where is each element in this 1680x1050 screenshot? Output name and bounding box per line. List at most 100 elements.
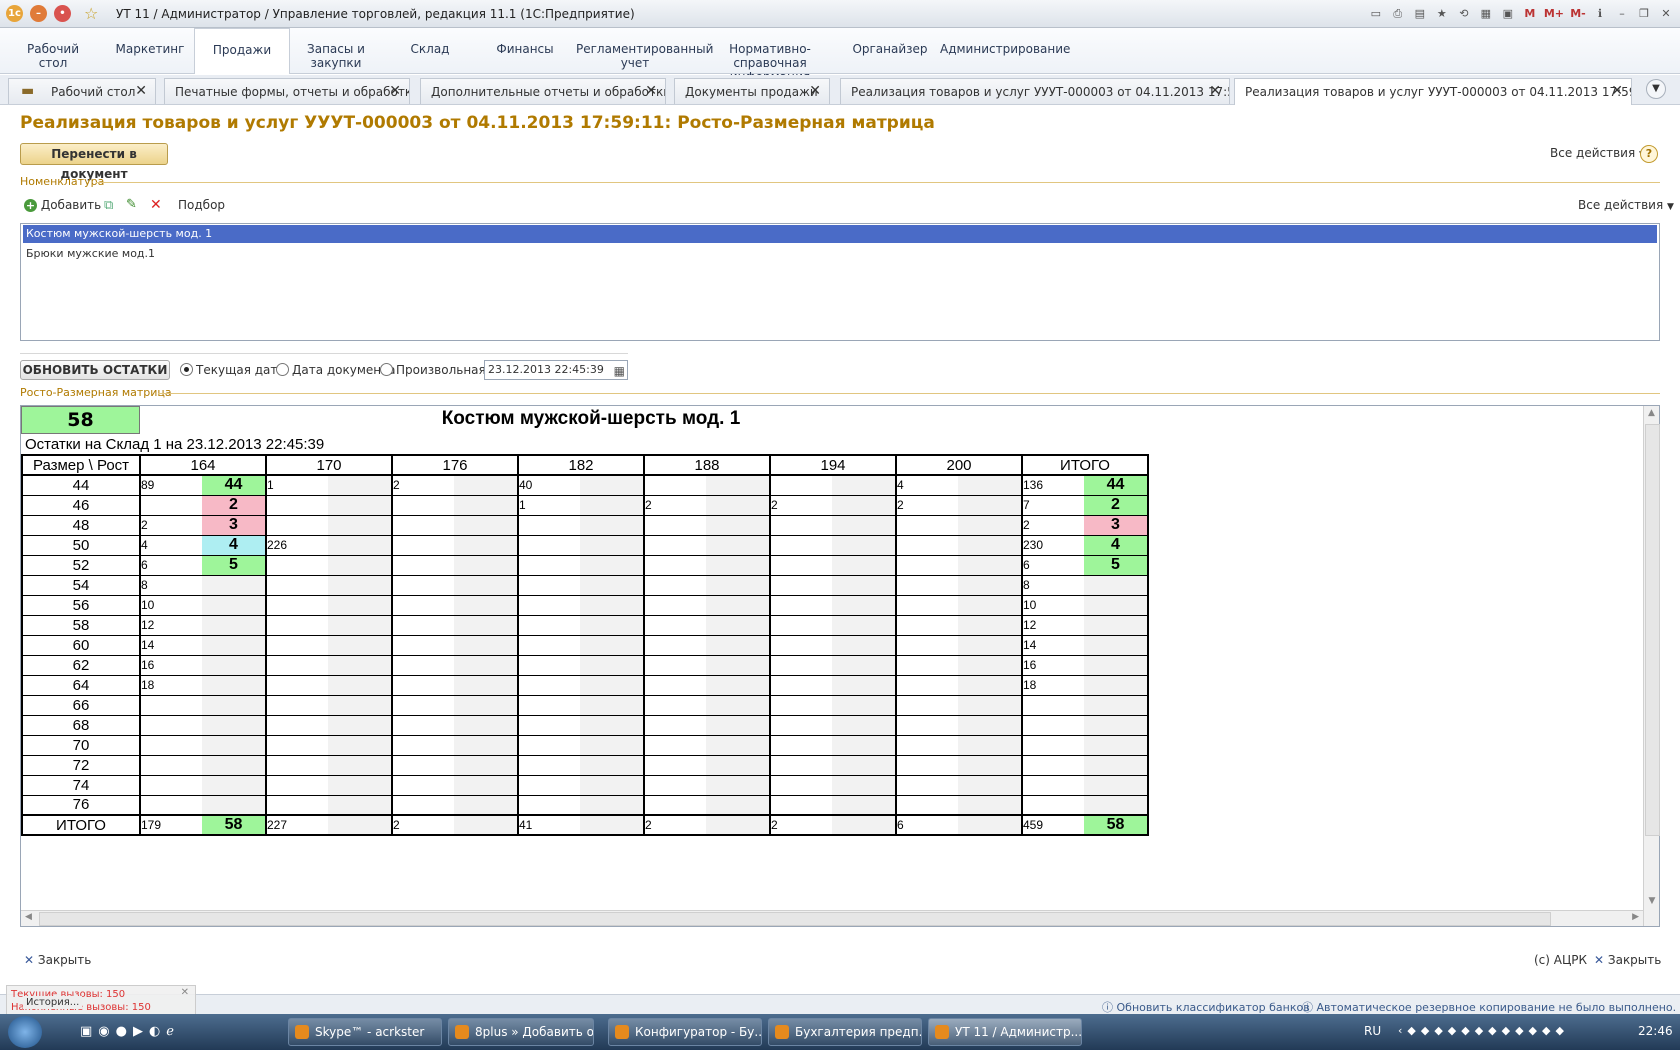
horizontal-scrollbar[interactable]: ◀ ▶ (21, 910, 1643, 926)
quantity-cell[interactable] (706, 675, 770, 696)
quantity-cell[interactable] (202, 595, 266, 616)
quantity-cell[interactable] (832, 555, 896, 576)
quantity-cell[interactable] (580, 595, 644, 616)
quantity-cell[interactable] (328, 615, 392, 636)
quantity-cell[interactable] (454, 535, 518, 556)
quantity-cell[interactable] (958, 715, 1022, 736)
quantity-cell[interactable] (958, 475, 1022, 496)
task-ut11[interactable]: УТ 11 / Администр... (928, 1018, 1082, 1046)
favorite-star-icon[interactable]: ☆ (84, 4, 98, 23)
quantity-cell[interactable]: 5 (1084, 555, 1149, 576)
quantity-cell[interactable] (328, 555, 392, 576)
quantity-cell[interactable] (454, 595, 518, 616)
radio-current-date[interactable]: Текущая дата (180, 363, 285, 377)
quantity-cell[interactable] (832, 635, 896, 656)
preview-icon[interactable]: ▤ (1412, 6, 1428, 22)
quantity-cell[interactable] (1084, 615, 1149, 636)
quantity-cell[interactable] (958, 495, 1022, 516)
quantity-cell[interactable] (580, 475, 644, 496)
quantity-cell[interactable] (832, 575, 896, 596)
quantity-cell[interactable] (706, 795, 770, 816)
quantity-cell[interactable] (832, 675, 896, 696)
scroll-right-icon[interactable]: ▶ (1632, 912, 1639, 922)
quantity-cell[interactable]: 58 (202, 814, 266, 836)
menu-stock-purchases[interactable]: Запасы и закупки (300, 42, 372, 70)
date-field[interactable]: 23.12.2013 22:45:39 ▦ (484, 360, 628, 380)
quantity-cell[interactable] (958, 635, 1022, 656)
language-indicator[interactable]: RU (1364, 1024, 1381, 1038)
quantity-cell[interactable] (202, 615, 266, 636)
memory-minus-button[interactable]: M- (1570, 6, 1586, 22)
refresh-stock-button[interactable]: ОБНОВИТЬ ОСТАТКИ (20, 360, 170, 380)
quantity-cell[interactable] (1084, 635, 1149, 656)
quantity-cell[interactable] (706, 615, 770, 636)
quantity-cell[interactable] (706, 715, 770, 736)
scroll-thumb[interactable] (1645, 424, 1660, 836)
app-logo-icon[interactable]: 1c (6, 5, 23, 22)
window-close-icon[interactable]: ✕ (1658, 6, 1674, 22)
close-icon[interactable]: ✕ (645, 83, 657, 99)
radio-document-date[interactable]: Дата документа (276, 363, 396, 377)
memory-plus-button[interactable]: M+ (1544, 6, 1564, 22)
tab-size-matrix[interactable]: Реализация товаров и услуг УУУТ-000003 о… (1234, 78, 1632, 105)
quantity-cell[interactable] (958, 535, 1022, 556)
quantity-cell[interactable] (1084, 715, 1149, 736)
size-matrix-area[interactable]: 58 Костюм мужской-шерсть мод. 1 Остатки … (20, 405, 1660, 927)
backup-warning-link[interactable]: ⓘ Автоматическое резервное копирование н… (1302, 999, 1676, 1015)
tab-sales-documents[interactable]: Документы продажи ✕ (674, 78, 830, 104)
calculator-icon[interactable]: ▦ (1478, 6, 1494, 22)
quantity-cell[interactable] (706, 535, 770, 556)
quantity-cell[interactable]: 2 (202, 495, 266, 516)
quantity-cell[interactable] (832, 795, 896, 816)
scroll-down-icon[interactable]: ▼ (1644, 896, 1660, 906)
quantity-cell[interactable] (1084, 595, 1149, 616)
task-configurator[interactable]: Конфигуратор - Бу... (608, 1018, 762, 1046)
quantity-cell[interactable] (328, 595, 392, 616)
quantity-cell[interactable] (958, 755, 1022, 776)
quantity-cell[interactable] (454, 795, 518, 816)
quantity-cell[interactable] (1084, 735, 1149, 756)
quantity-cell[interactable] (328, 635, 392, 656)
quantity-cell[interactable] (580, 575, 644, 596)
quantity-cell[interactable] (832, 475, 896, 496)
quantity-cell[interactable] (328, 814, 392, 836)
window-restore-icon[interactable]: ❐ (1636, 6, 1652, 22)
quantity-cell[interactable] (1084, 655, 1149, 676)
tab-sales-document[interactable]: Реализация товаров и услуг УУУТ-000003 о… (840, 78, 1230, 104)
quantity-cell[interactable]: 3 (202, 515, 266, 536)
quantity-cell[interactable] (706, 595, 770, 616)
scroll-thumb[interactable] (39, 912, 1551, 926)
quantity-cell[interactable] (580, 495, 644, 516)
quantity-cell[interactable] (706, 635, 770, 656)
tab-desktop[interactable]: ▬ Рабочий стол ✕ (8, 78, 156, 104)
quantity-cell[interactable] (706, 735, 770, 756)
close-icon[interactable]: ✕ (389, 83, 401, 99)
quantity-cell[interactable] (202, 735, 266, 756)
menu-warehouse[interactable]: Склад (400, 42, 460, 56)
tab-print-forms[interactable]: Печатные формы, отчеты и обработки ✕ (164, 78, 410, 104)
quantity-cell[interactable] (328, 495, 392, 516)
quantity-cell[interactable] (832, 715, 896, 736)
quantity-cell[interactable] (958, 655, 1022, 676)
edit-pencil-icon[interactable]: ✎ (126, 197, 137, 212)
close-icon[interactable]: ✕ (1209, 83, 1221, 99)
quantity-cell[interactable] (958, 615, 1022, 636)
quantity-cell[interactable] (958, 555, 1022, 576)
close-icon[interactable]: ✕ (181, 986, 189, 999)
quantity-cell[interactable] (202, 755, 266, 776)
quantity-cell[interactable] (958, 795, 1022, 816)
print-icon[interactable]: ⎙ (1390, 6, 1406, 22)
quantity-cell[interactable] (832, 615, 896, 636)
quantity-cell[interactable] (958, 695, 1022, 716)
quantity-cell[interactable] (202, 675, 266, 696)
quantity-cell[interactable] (832, 814, 896, 836)
save-icon[interactable]: ▭ (1368, 6, 1384, 22)
info-icon[interactable]: ℹ (1592, 6, 1608, 22)
start-button-icon[interactable] (8, 1016, 42, 1048)
quantity-cell[interactable] (706, 775, 770, 796)
tray-icons[interactable]: ‹◆◆◆◆◆◆◆◆◆◆◆◆ (1398, 1024, 1569, 1037)
quantity-cell[interactable] (580, 814, 644, 836)
quantity-cell[interactable] (580, 675, 644, 696)
tab-additional-reports[interactable]: Дополнительные отчеты и обработки ✕ (420, 78, 666, 104)
quantity-cell[interactable] (1084, 795, 1149, 816)
